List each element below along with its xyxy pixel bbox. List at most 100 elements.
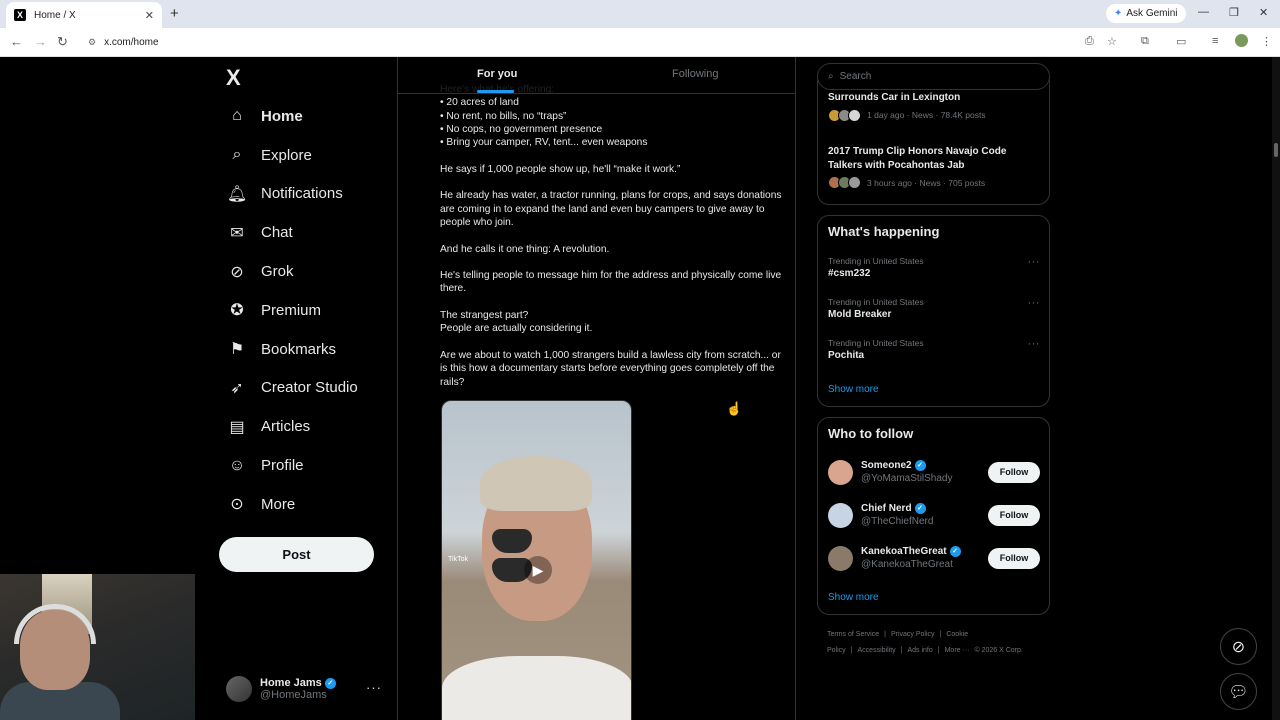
footer-divider: |	[939, 631, 942, 638]
suggestion-name: Chief Nerd	[861, 503, 912, 515]
follow-button[interactable]: Follow	[988, 547, 1040, 569]
nav-item-more[interactable]: ⊙ More	[218, 485, 388, 524]
tab-search-icon[interactable]: ≡	[1212, 35, 1218, 47]
nav-item-notifications[interactable]: 🔔︎ Notifications	[218, 175, 388, 214]
footer-link[interactable]: © 2026 X Corp.	[974, 647, 1022, 654]
nav-item-explore[interactable]: ⌕ Explore	[218, 136, 388, 175]
trend-context: Trending in United States	[828, 338, 924, 348]
tweet-line: Are we about to watch 1,000 strangers bu…	[440, 349, 781, 388]
follow-button[interactable]: Follow	[988, 461, 1040, 483]
trend-item[interactable]: Trending in United States Pochita ···	[828, 338, 1040, 361]
site-info-icon[interactable]: ⚙	[88, 37, 96, 48]
tweet-paragraph: He's telling people to message him for t…	[440, 269, 788, 296]
nav-item-grok[interactable]: ⊘ Grok	[218, 252, 388, 291]
browser-tab[interactable]: X Home / X ✕	[6, 2, 162, 28]
trend-more-icon[interactable]: ···	[1028, 297, 1041, 309]
extensions-icon[interactable]: ⧉	[1141, 35, 1149, 48]
follow-suggestion[interactable]: Someone2 ✓ @YoMamaStilShady Follow	[828, 456, 1040, 488]
news-item[interactable]: Surrounds Car in Lexington 1 day ago · N…	[828, 91, 1043, 122]
close-tab-icon[interactable]: ✕	[145, 9, 154, 22]
trend-item[interactable]: Trending in United States Mold Breaker ·…	[828, 297, 1040, 320]
nav-label: Chat	[261, 224, 293, 242]
browser-menu-icon[interactable]: ⋮	[1261, 35, 1272, 48]
browser-profile-avatar[interactable]	[1235, 34, 1248, 47]
follow-button[interactable]: Follow	[988, 504, 1040, 526]
verified-badge-icon: ✪	[230, 302, 244, 320]
bookmark-star-icon[interactable]: ☆	[1107, 35, 1117, 48]
back-icon[interactable]: ←	[10, 34, 23, 49]
grok-icon: ⊘	[230, 263, 244, 281]
footer-link[interactable]: Privacy Policy	[891, 631, 935, 638]
trend-item[interactable]: Trending in United States #csm232 ···	[828, 256, 1040, 279]
grok-fab-icon[interactable]: ⊘	[1220, 628, 1257, 665]
nav-item-profile[interactable]: ☺ Profile	[218, 446, 388, 485]
x-favicon-icon: X	[14, 9, 26, 21]
footer-links: Terms of Service | Privacy Policy | Cookie P…	[827, 627, 1042, 659]
news-item[interactable]: 2017 Trump Clip Honors Navajo Code Talke…	[828, 145, 1043, 189]
close-window-icon[interactable]: ✕	[1259, 6, 1268, 19]
nav-item-premium[interactable]: ✪ Premium	[218, 291, 388, 330]
trends-show-more-link[interactable]: Show more	[828, 384, 879, 395]
nav-item-home[interactable]: ⌂ Home	[218, 97, 388, 136]
forward-icon[interactable]: →	[34, 34, 47, 49]
play-icon[interactable]: ▶	[524, 556, 552, 584]
install-app-icon[interactable]: ⎙	[1085, 35, 1094, 48]
nav-item-creator-studio[interactable]: ➶ Creator Studio	[218, 369, 388, 408]
nav-item-bookmarks[interactable]: ⚑ Bookmarks	[218, 330, 388, 369]
home-icon: ⌂	[232, 107, 242, 125]
suggestion-handle: @YoMamaStilShady	[861, 473, 953, 485]
account-more-icon[interactable]: ···	[366, 680, 382, 695]
minimize-icon[interactable]: —	[1198, 6, 1209, 18]
x-logo-icon[interactable]: X	[226, 65, 241, 91]
footer-link[interactable]: Terms of Service	[827, 631, 879, 638]
x-app: X ⌂ Home ⌕ Explore 🔔︎ Notifications ✉ Chat ⊘ Grok…	[0, 57, 1280, 720]
person-icon: ☺	[228, 456, 246, 474]
follow-suggestion[interactable]: Chief Nerd ✓ @TheChiefNerd Follow	[828, 499, 1040, 531]
address-bar[interactable]: ⚙ x.com/home	[82, 32, 1082, 53]
tweet-line: • No rent, no bills, no “traps”	[440, 110, 567, 122]
search-icon: ⌕	[232, 146, 242, 164]
trend-context: Trending in United States	[828, 297, 924, 307]
timeline: For you Following Here's what he's offer…	[397, 57, 796, 720]
search-input[interactable]: ⌕ Search	[817, 63, 1050, 90]
restore-icon[interactable]: ❐	[1229, 6, 1239, 19]
mouse-cursor-icon: ☝	[726, 401, 743, 416]
ask-gemini-button[interactable]: ✦ Ask Gemini	[1106, 4, 1186, 23]
cast-icon[interactable]: ▭	[1176, 35, 1186, 48]
trend-more-icon[interactable]: ···	[1028, 256, 1041, 268]
verified-icon: ✓	[914, 502, 926, 514]
footer-link[interactable]: More ···	[945, 647, 970, 654]
account-switcher[interactable]: Home Jams ✓ @HomeJams ···	[226, 674, 386, 704]
news-title: 2017 Trump Clip Honors Navajo Code Talke…	[828, 146, 1007, 171]
tweet-line: He already has water, a tractor running,…	[440, 190, 782, 228]
whats-happening-title: What's happening	[828, 224, 940, 239]
suggestion-handle: @TheChiefNerd	[861, 516, 934, 528]
footer-link[interactable]: Ads info	[907, 647, 932, 654]
verified-icon: ✓	[949, 545, 961, 557]
trend-more-icon[interactable]: ···	[1028, 338, 1041, 350]
nav-label: Premium	[261, 301, 322, 319]
scrollbar[interactable]	[1272, 57, 1280, 720]
news-avatars	[828, 176, 861, 189]
follow-suggestion[interactable]: KanekoaTheGreat ✓ @KanekoaTheGreat Follow	[828, 542, 1040, 574]
bookmark-icon: ⚑	[229, 341, 245, 359]
tab-for-you[interactable]: For you	[477, 68, 517, 80]
nav-label: More	[261, 495, 296, 513]
nav-item-articles[interactable]: ▤ Articles	[218, 407, 388, 446]
new-tab-icon[interactable]: +	[170, 5, 179, 22]
reload-icon[interactable]: ↻	[57, 34, 68, 50]
nav-item-chat[interactable]: ✉ Chat	[218, 213, 388, 252]
tweet-video[interactable]: TikTok ▶	[441, 400, 632, 720]
messages-fab-icon[interactable]: 💬︎	[1220, 673, 1257, 710]
nav-label: Bookmarks	[261, 340, 337, 358]
trend-name: #csm232	[828, 268, 871, 279]
tab-following[interactable]: Following	[672, 68, 718, 80]
news-panel: Surrounds Car in Lexington 1 day ago · N…	[817, 79, 1050, 205]
footer-link[interactable]: Accessibility	[858, 647, 896, 654]
follow-show-more-link[interactable]: Show more	[828, 592, 879, 603]
trend-context: Trending in United States	[828, 256, 924, 266]
post-button[interactable]: Post	[219, 537, 374, 572]
footer-divider: |	[900, 647, 903, 654]
browser-tabstrip: X Home / X ✕ + ✦ Ask Gemini — ❐ ✕	[0, 0, 1280, 28]
footer-divider: |	[937, 647, 940, 654]
